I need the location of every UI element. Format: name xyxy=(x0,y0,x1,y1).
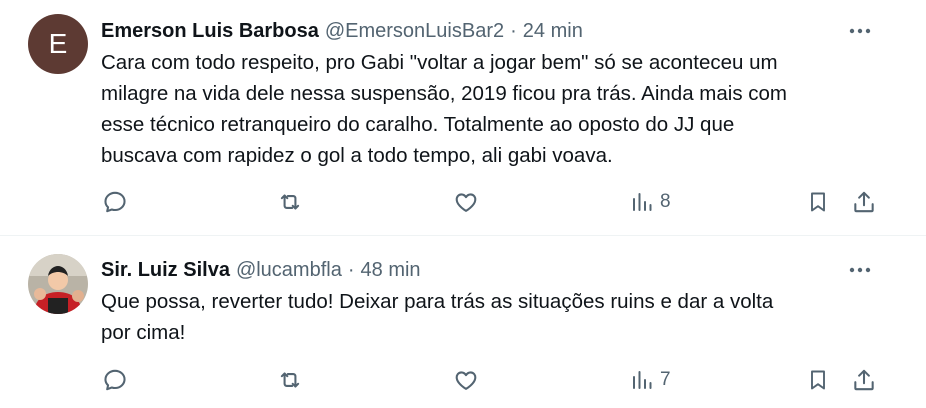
author-name[interactable]: Sir. Luiz Silva xyxy=(101,259,230,282)
action-bar: 8 xyxy=(0,187,926,217)
bookmark-button[interactable] xyxy=(806,187,830,217)
share-button[interactable] xyxy=(851,187,877,217)
tweet[interactable]: E Emerson Luis Barbosa @EmersonLuisBar2 … xyxy=(0,0,926,235)
timestamp[interactable]: 48 min xyxy=(361,259,421,282)
reply-feed: E Emerson Luis Barbosa @EmersonLuisBar2 … xyxy=(0,0,926,408)
author-handle[interactable]: @lucambfla xyxy=(236,259,342,282)
views-icon xyxy=(633,193,652,211)
tweet-header: Sir. Luiz Silva @lucambfla · 48 min xyxy=(101,257,421,283)
view-count: 7 xyxy=(660,369,671,390)
like-button[interactable] xyxy=(453,365,479,395)
more-options-button[interactable] xyxy=(846,257,874,283)
view-count: 8 xyxy=(660,191,671,212)
views-icon xyxy=(633,371,652,389)
like-icon xyxy=(455,371,477,390)
reply-button[interactable] xyxy=(102,187,128,217)
share-button[interactable] xyxy=(851,365,877,395)
retweet-icon xyxy=(280,372,300,388)
tweet[interactable]: Sir. Luiz Silva @lucambfla · 48 min Que … xyxy=(0,236,926,408)
tweet-text: Que possa, reverter tudo! Deixar para tr… xyxy=(101,290,774,344)
share-icon xyxy=(854,369,874,391)
author-handle[interactable]: @EmersonLuisBar2 xyxy=(325,20,504,43)
retweet-button[interactable] xyxy=(276,187,304,217)
bookmark-icon xyxy=(811,192,825,212)
bookmark-icon xyxy=(811,370,825,390)
separator-dot: · xyxy=(510,19,517,42)
avatar-letter: E xyxy=(48,28,68,59)
more-options-button[interactable] xyxy=(846,18,874,44)
views-button[interactable]: 7 xyxy=(630,365,671,395)
more-icon xyxy=(849,28,871,34)
avatar-photo xyxy=(28,254,88,314)
retweet-button[interactable] xyxy=(276,365,304,395)
avatar[interactable] xyxy=(28,254,88,314)
bookmark-button[interactable] xyxy=(806,365,830,395)
tweet-header: Emerson Luis Barbosa @EmersonLuisBar2 · … xyxy=(101,18,583,44)
avatar[interactable]: E xyxy=(28,14,88,74)
like-icon xyxy=(455,193,477,212)
retweet-icon xyxy=(280,194,300,210)
action-bar: 7 xyxy=(0,365,926,395)
separator-dot: · xyxy=(347,258,355,281)
more-icon xyxy=(849,267,871,273)
like-button[interactable] xyxy=(453,187,479,217)
reply-button[interactable] xyxy=(102,365,128,395)
views-button[interactable]: 8 xyxy=(630,187,671,217)
reply-icon xyxy=(104,369,126,391)
tweet-text: Cara com todo respeito, pro Gabi "voltar… xyxy=(101,51,787,167)
timestamp[interactable]: 24 min xyxy=(523,20,583,43)
reply-icon xyxy=(104,191,126,213)
share-icon xyxy=(854,191,874,213)
author-name[interactable]: Emerson Luis Barbosa xyxy=(101,20,319,43)
